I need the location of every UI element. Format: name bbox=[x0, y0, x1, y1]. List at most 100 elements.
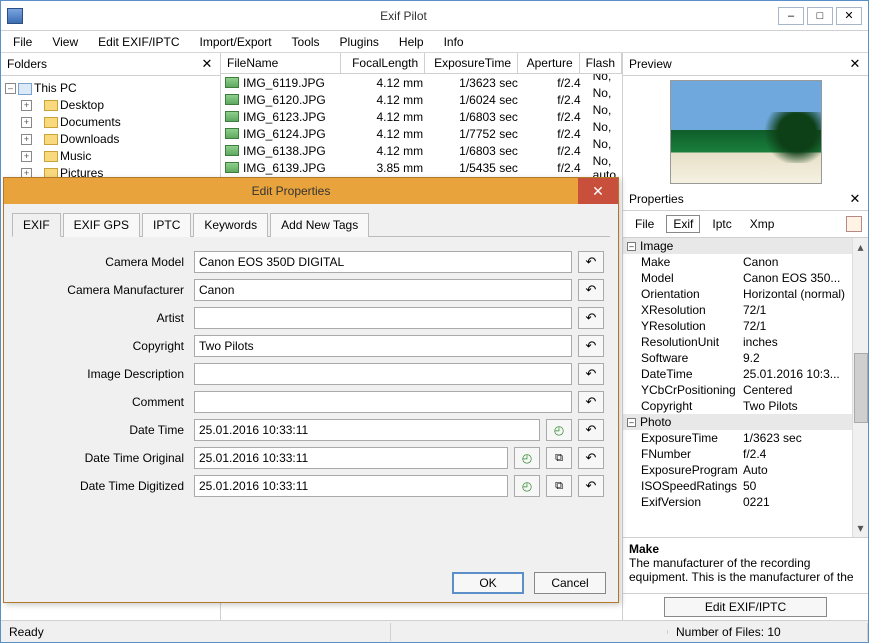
undo-icon[interactable]: ↶ bbox=[578, 251, 604, 273]
table-row[interactable]: IMG_6120.JPG4.12 mm1/6024 secf/2.4No, au… bbox=[221, 91, 622, 108]
undo-icon[interactable]: ↶ bbox=[578, 475, 604, 497]
undo-icon[interactable]: ↶ bbox=[578, 363, 604, 385]
property-row[interactable]: OrientationHorizontal (normal) bbox=[623, 286, 852, 302]
property-row[interactable]: CopyrightTwo Pilots bbox=[623, 398, 852, 414]
close-button[interactable]: ✕ bbox=[836, 7, 862, 25]
tree-root[interactable]: – This PC bbox=[3, 80, 218, 97]
property-row[interactable]: ResolutionUnitinches bbox=[623, 334, 852, 350]
folders-close-icon[interactable]: ✕ bbox=[200, 56, 214, 72]
tree-item[interactable]: +Downloads bbox=[3, 131, 218, 148]
field-input[interactable] bbox=[194, 363, 572, 385]
scroll-thumb[interactable] bbox=[854, 353, 868, 423]
copy-icon[interactable]: ⧉ bbox=[546, 447, 572, 469]
property-row[interactable]: ExposureProgramAuto bbox=[623, 462, 852, 478]
dialog-tab-iptc[interactable]: IPTC bbox=[142, 213, 191, 237]
tree-item[interactable]: +Music bbox=[3, 148, 218, 165]
tree-item[interactable]: +Documents bbox=[3, 114, 218, 131]
menu-bar: FileViewEdit EXIF/IPTC Import/ExportTools… bbox=[1, 31, 868, 53]
table-row[interactable]: IMG_6139.JPG3.85 mm1/5435 secf/2.4No, au… bbox=[221, 159, 622, 176]
properties-list[interactable]: –ImageMakeCanonModelCanon EOS 350...Orie… bbox=[623, 238, 868, 537]
undo-icon[interactable]: ↶ bbox=[578, 419, 604, 441]
field-input[interactable] bbox=[194, 335, 572, 357]
column-header[interactable]: FocalLength bbox=[341, 53, 425, 73]
property-row[interactable]: ExposureTime1/3623 sec bbox=[623, 430, 852, 446]
column-header[interactable]: Flash bbox=[580, 53, 622, 73]
clock-icon[interactable]: ◴ bbox=[514, 447, 540, 469]
undo-icon[interactable]: ↶ bbox=[578, 307, 604, 329]
dialog-close-button[interactable]: ✕ bbox=[578, 178, 618, 204]
clock-icon[interactable]: ◴ bbox=[546, 419, 572, 441]
collapse-icon[interactable]: – bbox=[627, 242, 636, 251]
property-group[interactable]: –Photo bbox=[623, 414, 852, 430]
field-input[interactable] bbox=[194, 391, 572, 413]
properties-tab-file[interactable]: File bbox=[629, 216, 660, 232]
property-row[interactable]: MakeCanon bbox=[623, 254, 852, 270]
menu-info[interactable]: Info bbox=[436, 33, 472, 51]
menu-file[interactable]: File bbox=[5, 33, 40, 51]
undo-icon[interactable]: ↶ bbox=[578, 335, 604, 357]
property-row[interactable]: DateTime25.01.2016 10:3... bbox=[623, 366, 852, 382]
field-input[interactable] bbox=[194, 307, 572, 329]
table-row[interactable]: IMG_6119.JPG4.12 mm1/3623 secf/2.4No, au… bbox=[221, 74, 622, 91]
field-input[interactable] bbox=[194, 419, 540, 441]
table-row[interactable]: IMG_6138.JPG4.12 mm1/6803 secf/2.4No, au… bbox=[221, 142, 622, 159]
copy-icon[interactable]: ⧉ bbox=[546, 475, 572, 497]
undo-icon[interactable]: ↶ bbox=[578, 447, 604, 469]
scroll-down-icon[interactable]: ▾ bbox=[857, 521, 863, 535]
scroll-up-icon[interactable]: ▴ bbox=[857, 240, 863, 254]
property-row[interactable]: Software9.2 bbox=[623, 350, 852, 366]
dialog-tab-exif[interactable]: EXIF bbox=[12, 213, 61, 237]
menu-view[interactable]: View bbox=[44, 33, 86, 51]
property-row[interactable]: ModelCanon EOS 350... bbox=[623, 270, 852, 286]
edit-exif-button[interactable]: Edit EXIF/IPTC bbox=[664, 597, 827, 617]
cancel-button[interactable]: Cancel bbox=[534, 572, 606, 594]
dialog-tab-exif-gps[interactable]: EXIF GPS bbox=[63, 213, 140, 237]
expand-icon[interactable]: + bbox=[21, 134, 32, 145]
properties-tab-exif[interactable]: Exif bbox=[666, 215, 700, 233]
collapse-icon[interactable]: – bbox=[5, 83, 16, 94]
clock-icon[interactable]: ◴ bbox=[514, 475, 540, 497]
minimize-button[interactable]: – bbox=[778, 7, 804, 25]
menu-edit-exif-iptc[interactable]: Edit EXIF/IPTC bbox=[90, 33, 187, 51]
expand-icon[interactable]: + bbox=[21, 151, 32, 162]
collapse-icon[interactable]: – bbox=[627, 418, 636, 427]
properties-close-icon[interactable]: ✕ bbox=[848, 191, 862, 207]
column-header[interactable]: Aperture bbox=[518, 53, 580, 73]
property-row[interactable]: ExifVersion0221 bbox=[623, 494, 852, 510]
table-row[interactable]: IMG_6124.JPG4.12 mm1/7752 secf/2.4No, au… bbox=[221, 125, 622, 142]
properties-tab-xmp[interactable]: Xmp bbox=[744, 216, 781, 232]
field-input[interactable] bbox=[194, 447, 508, 469]
menu-tools[interactable]: Tools bbox=[284, 33, 328, 51]
title-bar[interactable]: Exif Pilot – □ ✕ bbox=[1, 1, 868, 31]
table-row[interactable]: IMG_6123.JPG4.12 mm1/6803 secf/2.4No, au… bbox=[221, 108, 622, 125]
column-header[interactable]: ExposureTime bbox=[425, 53, 518, 73]
preview-close-icon[interactable]: ✕ bbox=[848, 56, 862, 72]
expand-icon[interactable]: + bbox=[21, 100, 32, 111]
undo-icon[interactable]: ↶ bbox=[578, 279, 604, 301]
property-row[interactable]: YCbCrPositioningCentered bbox=[623, 382, 852, 398]
properties-scrollbar[interactable]: ▴ ▾ bbox=[852, 238, 868, 537]
field-input[interactable] bbox=[194, 279, 572, 301]
properties-tool-icon[interactable] bbox=[846, 216, 862, 232]
property-row[interactable]: FNumberf/2.4 bbox=[623, 446, 852, 462]
dialog-tab-keywords[interactable]: Keywords bbox=[193, 213, 268, 237]
tree-item[interactable]: +Desktop bbox=[3, 97, 218, 114]
property-row[interactable]: XResolution72/1 bbox=[623, 302, 852, 318]
properties-tab-iptc[interactable]: Iptc bbox=[706, 216, 737, 232]
field-input[interactable] bbox=[194, 475, 508, 497]
menu-help[interactable]: Help bbox=[391, 33, 432, 51]
dialog-title-bar[interactable]: Edit Properties ✕ bbox=[4, 178, 618, 204]
menu-plugins[interactable]: Plugins bbox=[332, 33, 387, 51]
dialog-tab-add-new-tags[interactable]: Add New Tags bbox=[270, 213, 369, 237]
expand-icon[interactable]: + bbox=[21, 117, 32, 128]
ok-button[interactable]: OK bbox=[452, 572, 524, 594]
undo-icon[interactable]: ↶ bbox=[578, 391, 604, 413]
column-header[interactable]: FileName bbox=[221, 53, 341, 73]
property-group[interactable]: –Image bbox=[623, 238, 852, 254]
property-row[interactable]: ISOSpeedRatings50 bbox=[623, 478, 852, 494]
menu-import-export[interactable]: Import/Export bbox=[192, 33, 280, 51]
property-row[interactable]: YResolution72/1 bbox=[623, 318, 852, 334]
file-grid-header[interactable]: FileNameFocalLengthExposureTimeApertureF… bbox=[221, 53, 622, 74]
field-input[interactable] bbox=[194, 251, 572, 273]
maximize-button[interactable]: □ bbox=[807, 7, 833, 25]
